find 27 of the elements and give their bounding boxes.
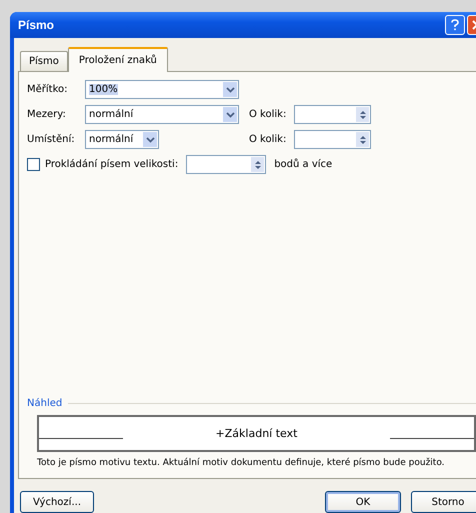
field-label: O kolik: bbox=[249, 134, 288, 145]
spinner-arrows-icon[interactable] bbox=[356, 107, 369, 122]
checkbox-label: Prokládání písem velikosti: bbox=[45, 159, 178, 170]
spinner-arrows-icon[interactable] bbox=[356, 132, 369, 147]
field-label: O kolik: bbox=[249, 109, 288, 120]
spin-field[interactable] bbox=[294, 105, 371, 124]
window-title: Písmo bbox=[18, 18, 54, 32]
default-button[interactable]: Výchozí... bbox=[20, 491, 94, 513]
field-label: Mezery: bbox=[27, 109, 67, 120]
preview-note: Toto je písmo motivu textu. Aktuální motiv dokumentu definuje, které písmo bude použito. bbox=[37, 458, 446, 468]
dropdown[interactable]: normální bbox=[85, 130, 159, 149]
ok-button[interactable]: OK bbox=[325, 491, 401, 513]
dropdown[interactable]: normální bbox=[85, 105, 239, 124]
units-label: bodů a více bbox=[274, 159, 332, 170]
section-heading: Náhled bbox=[27, 398, 62, 409]
help-icon[interactable] bbox=[445, 15, 465, 35]
preview-text: +Základní text bbox=[216, 427, 298, 440]
checkbox[interactable] bbox=[27, 158, 40, 171]
spinner-arrows-icon[interactable] bbox=[251, 157, 264, 172]
field-label: Měřítko: bbox=[27, 84, 69, 95]
cancel-button[interactable]: Storno bbox=[411, 491, 476, 513]
spin-field[interactable] bbox=[186, 155, 266, 174]
tab[interactable]: Proložení znaků bbox=[68, 47, 168, 72]
tab[interactable]: Písmo bbox=[20, 51, 68, 71]
spin-field[interactable] bbox=[294, 130, 371, 149]
field-label: Umístění: bbox=[27, 134, 76, 145]
dropdown[interactable]: 100% bbox=[85, 80, 239, 99]
